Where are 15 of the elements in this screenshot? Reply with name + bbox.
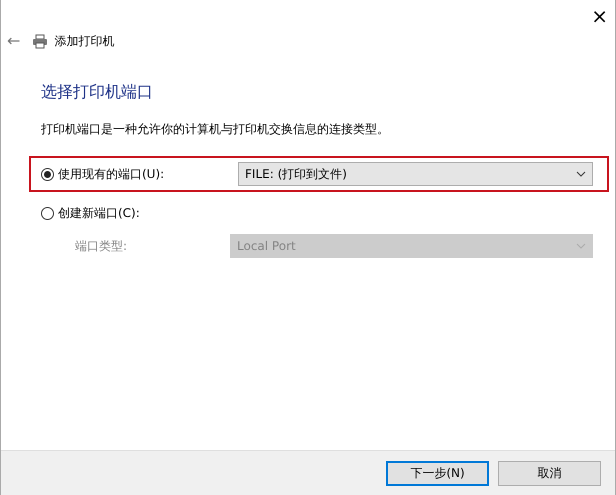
page-heading: 选择打印机端口 xyxy=(41,81,154,103)
radio-label[interactable]: 使用现有的端口(U): xyxy=(58,165,238,183)
radio-button[interactable] xyxy=(41,168,54,180)
chevron-icon xyxy=(576,171,586,177)
printer-icon xyxy=(32,34,48,48)
port-dropdown[interactable]: FILE: (打印到文件) xyxy=(238,162,593,186)
dialog-title: 添加打印机 xyxy=(54,33,114,50)
port-dropdown: Local Port xyxy=(230,234,593,258)
close-button[interactable]: × xyxy=(587,6,612,26)
back-button[interactable]: ← xyxy=(7,33,20,49)
cancel-button[interactable]: 取消 xyxy=(498,460,601,486)
description: 打印机端口是一种允许你的计算机与打印机交换信息的连接类型。 xyxy=(41,121,390,138)
next-button[interactable]: 下一步(N) xyxy=(386,460,489,486)
chevron-icon xyxy=(576,243,586,249)
field-label: 端口类型: xyxy=(75,238,128,255)
